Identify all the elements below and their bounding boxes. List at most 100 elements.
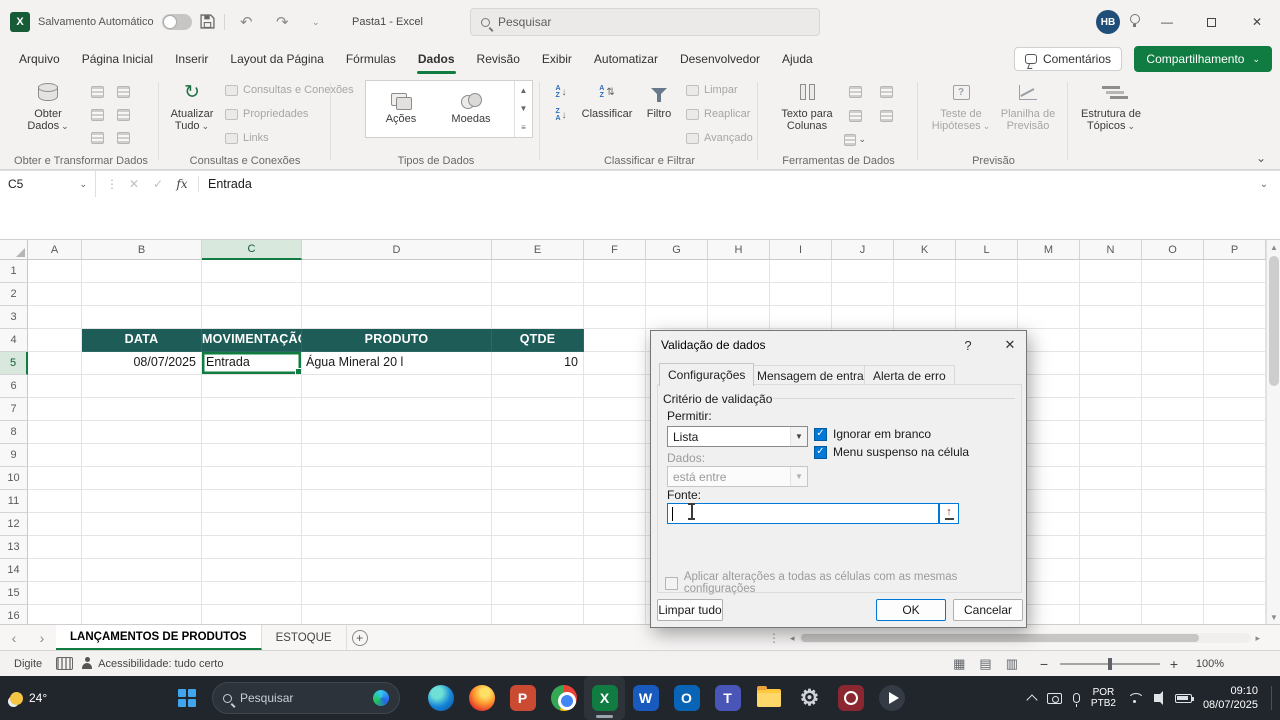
- cell-O1[interactable]: [1142, 260, 1204, 283]
- cell-D9[interactable]: [302, 444, 492, 467]
- cell-B10[interactable]: [82, 467, 202, 490]
- name-box[interactable]: C5 ⌄: [0, 171, 96, 197]
- cell-P13[interactable]: [1204, 536, 1266, 559]
- tab-inserir[interactable]: Inserir: [164, 44, 219, 74]
- cell-P16[interactable]: [1204, 605, 1266, 624]
- cell-F8[interactable]: [584, 421, 646, 444]
- text-to-columns-button[interactable]: Texto para Colunas: [776, 78, 838, 132]
- ignore-blank-checkbox[interactable]: ✓ Ignorar em branco: [814, 427, 931, 441]
- currencies-data-type[interactable]: Moedas: [436, 81, 506, 137]
- volume-icon[interactable]: [1153, 691, 1163, 705]
- cell-F2[interactable]: [584, 283, 646, 306]
- cell-D7[interactable]: [302, 398, 492, 421]
- from-table-button[interactable]: [86, 128, 108, 147]
- battery-icon[interactable]: [1174, 693, 1194, 703]
- ok-button[interactable]: OK: [876, 599, 946, 621]
- zoom-slider[interactable]: [1060, 657, 1160, 670]
- accessibility-status[interactable]: Acessibilidade: tudo certo: [98, 658, 223, 670]
- zoom-in-button[interactable]: +: [1170, 656, 1178, 672]
- cell-C15[interactable]: [202, 582, 302, 605]
- cell-G3[interactable]: [646, 306, 708, 329]
- cell-F3[interactable]: [584, 306, 646, 329]
- share-button[interactable]: Compartilhamento ⌄: [1134, 46, 1272, 72]
- cell-H3[interactable]: [708, 306, 770, 329]
- tab-layout-da-pagina[interactable]: Layout da Página: [219, 44, 334, 74]
- confirm-entry-icon[interactable]: ✓: [146, 171, 170, 197]
- column-header-I[interactable]: I: [770, 240, 832, 260]
- firefox-taskbar-button[interactable]: [461, 676, 502, 720]
- cell-D6[interactable]: [302, 375, 492, 398]
- cell-E8[interactable]: [492, 421, 584, 444]
- row-header-9[interactable]: 9: [0, 444, 28, 467]
- cell-M2[interactable]: [1018, 283, 1080, 306]
- column-header-H[interactable]: H: [708, 240, 770, 260]
- column-header-C[interactable]: C: [202, 240, 302, 260]
- data-source-button[interactable]: [112, 128, 134, 147]
- cell-O2[interactable]: [1142, 283, 1204, 306]
- cell-B8[interactable]: [82, 421, 202, 444]
- recorder-taskbar-button[interactable]: [830, 676, 871, 720]
- new-sheet-button[interactable]: +: [347, 625, 373, 650]
- cell-D13[interactable]: [302, 536, 492, 559]
- tray-expand-chevron-icon[interactable]: [1026, 693, 1038, 706]
- powerpoint-taskbar-button[interactable]: P: [502, 676, 543, 720]
- language-indicator[interactable]: POR PTB2: [1091, 687, 1116, 709]
- column-header-E[interactable]: E: [492, 240, 584, 260]
- row-header-3[interactable]: 3: [0, 306, 28, 329]
- taskbar-search[interactable]: Pesquisar: [212, 682, 400, 714]
- row-header-2[interactable]: 2: [0, 283, 28, 306]
- cell-E1[interactable]: [492, 260, 584, 283]
- stocks-data-type[interactable]: Ações: [366, 81, 436, 137]
- get-data-button[interactable]: Obter Dados ⌄: [20, 78, 76, 132]
- gallery-down-icon[interactable]: ▼: [520, 104, 528, 113]
- tab-desenvolvedor[interactable]: Desenvolvedor: [669, 44, 771, 74]
- cell-F16[interactable]: [584, 605, 646, 624]
- cell-D14[interactable]: [302, 559, 492, 582]
- cell-E3[interactable]: [492, 306, 584, 329]
- cell-O4[interactable]: [1142, 329, 1204, 352]
- cell-N2[interactable]: [1080, 283, 1142, 306]
- cell-J3[interactable]: [832, 306, 894, 329]
- cell-A9[interactable]: [28, 444, 82, 467]
- existing-connections-button[interactable]: [112, 105, 134, 124]
- cell-D3[interactable]: [302, 306, 492, 329]
- allow-dropdown[interactable]: Lista ▼: [667, 426, 808, 447]
- drag-dots-icon[interactable]: ⋮: [100, 171, 124, 197]
- cell-A12[interactable]: [28, 513, 82, 536]
- cell-C8[interactable]: [202, 421, 302, 444]
- cell-C14[interactable]: [202, 559, 302, 582]
- cell-E6[interactable]: [492, 375, 584, 398]
- horizontal-scroll-thumb[interactable]: [800, 634, 1200, 642]
- tab-splitter-grip[interactable]: ⋮: [768, 625, 780, 651]
- cell-O5[interactable]: [1142, 352, 1204, 375]
- cell-E12[interactable]: [492, 513, 584, 536]
- data-dropdown[interactable]: está entre ▼: [667, 466, 808, 487]
- cell-P5[interactable]: [1204, 352, 1266, 375]
- taskbar-clock[interactable]: 09:10 08/07/2025: [1203, 684, 1258, 712]
- row-header-12[interactable]: 12: [0, 513, 28, 536]
- cell-F7[interactable]: [584, 398, 646, 421]
- refresh-all-button[interactable]: ↻ Atualizar Tudo ⌄: [165, 78, 219, 133]
- cell-O11[interactable]: [1142, 490, 1204, 513]
- cell-P15[interactable]: [1204, 582, 1266, 605]
- apply-all-checkbox[interactable]: Aplicar alterações a todas as células co…: [665, 571, 1026, 595]
- cell-M16[interactable]: [1018, 605, 1080, 624]
- zoom-level[interactable]: 100%: [1196, 658, 1224, 670]
- cell-F12[interactable]: [584, 513, 646, 536]
- cell-O7[interactable]: [1142, 398, 1204, 421]
- cell-I3[interactable]: [770, 306, 832, 329]
- scroll-left-icon[interactable]: ◂: [790, 633, 795, 644]
- gallery-more-icon[interactable]: ≡: [521, 123, 526, 132]
- cell-D10[interactable]: [302, 467, 492, 490]
- dialog-help-button[interactable]: ?: [957, 335, 979, 355]
- cell-N6[interactable]: [1080, 375, 1142, 398]
- cell-A11[interactable]: [28, 490, 82, 513]
- cell-P14[interactable]: [1204, 559, 1266, 582]
- cell-I1[interactable]: [770, 260, 832, 283]
- cell-N10[interactable]: [1080, 467, 1142, 490]
- cell-M8[interactable]: [1018, 421, 1080, 444]
- cell-B12[interactable]: [82, 513, 202, 536]
- cell-O16[interactable]: [1142, 605, 1204, 624]
- cell-K1[interactable]: [894, 260, 956, 283]
- cell-O3[interactable]: [1142, 306, 1204, 329]
